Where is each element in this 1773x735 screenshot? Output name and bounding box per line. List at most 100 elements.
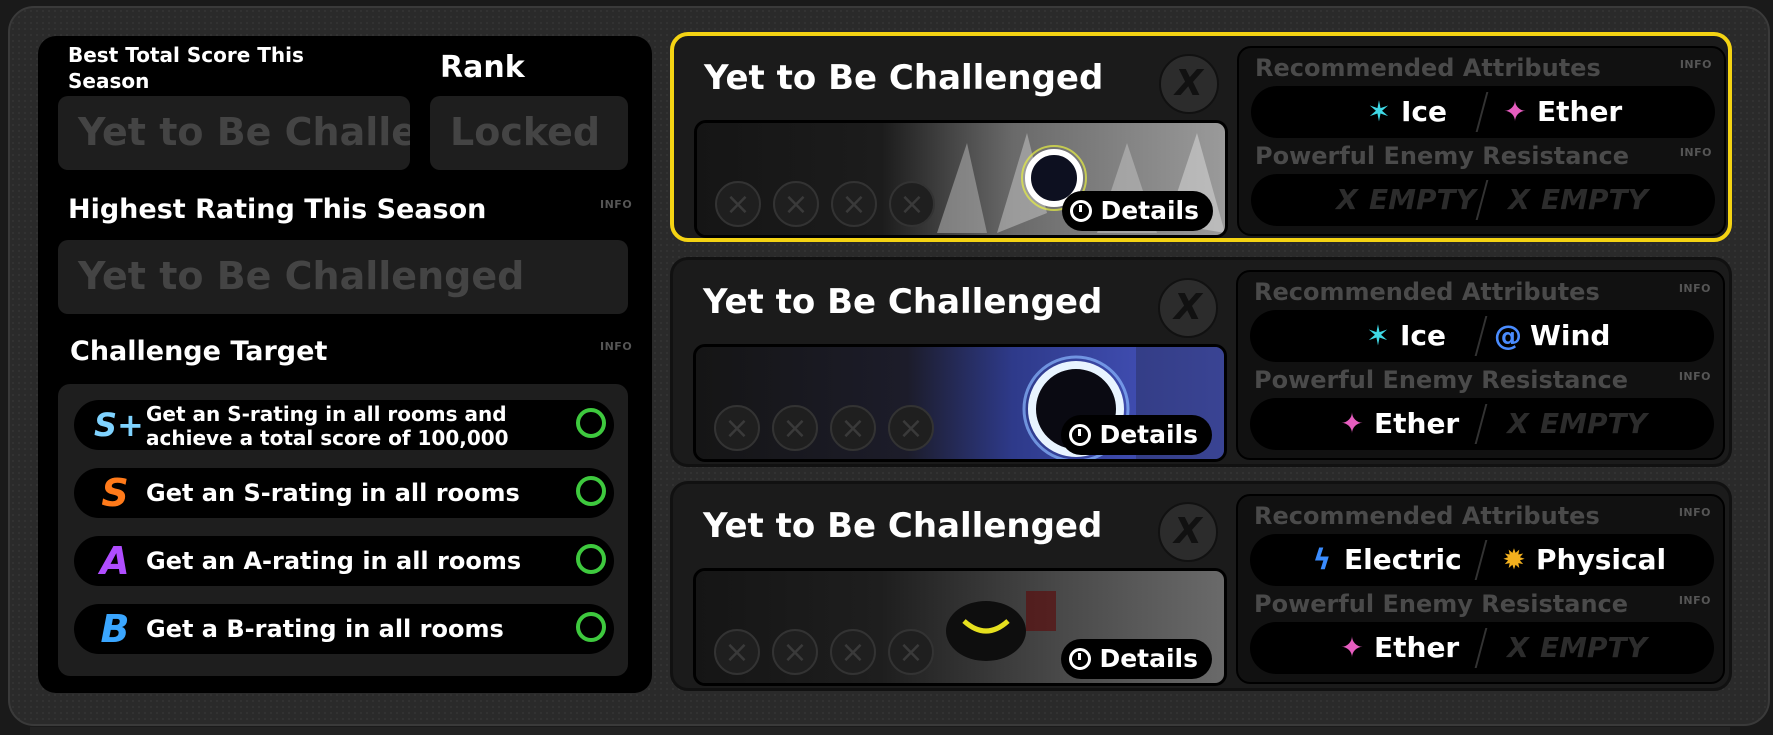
- resistance-label: Powerful Enemy Resistance: [1254, 366, 1629, 394]
- ether-resistance: ✦ Ether: [1336, 622, 1459, 674]
- enemy-banner-image: × × × × Details: [694, 120, 1228, 238]
- ether-icon: ✦: [1340, 407, 1364, 440]
- clock-icon: [1070, 200, 1093, 222]
- physical-icon: ✹: [1502, 543, 1526, 576]
- details-label: Details: [1100, 196, 1199, 225]
- empty-x-icon: X: [1508, 183, 1530, 216]
- target-text: Get an S-rating in all rooms and achieve…: [146, 402, 509, 452]
- enemy-resistances: ✦ Ether X EMPTY: [1250, 398, 1714, 450]
- attribute-name: Physical: [1536, 543, 1667, 576]
- highest-rating-info-button[interactable]: INFO: [600, 198, 632, 211]
- recommended-label: Recommended Attributes: [1255, 54, 1601, 82]
- empty-resistance: X EMPTY: [1502, 622, 1647, 674]
- empty-slot[interactable]: ×: [714, 405, 760, 451]
- attribute-name: Ice: [1401, 95, 1448, 128]
- empty-resistance: X EMPTY: [1503, 174, 1648, 226]
- challenge-room-card-3[interactable]: Yet to Be Challenged X × × × × Details R…: [670, 481, 1732, 691]
- ether-attribute: ✦ Ether: [1499, 86, 1622, 138]
- resistance-label: Powerful Enemy Resistance: [1254, 590, 1629, 618]
- ice-icon: ✶: [1366, 319, 1390, 352]
- empty-slot[interactable]: ×: [772, 405, 818, 451]
- attribute-name: Ice: [1400, 319, 1447, 352]
- empty-slot[interactable]: ×: [888, 629, 934, 675]
- challenge-room-card-1[interactable]: Yet to Be Challenged X × × × × Details R…: [670, 32, 1732, 242]
- recommended-label: Recommended Attributes: [1254, 278, 1600, 306]
- close-icon[interactable]: X: [1158, 278, 1218, 338]
- ice-attribute: ✶ Ice: [1362, 310, 1446, 362]
- ice-icon: ✶: [1367, 95, 1391, 128]
- clock-icon: [1069, 648, 1092, 670]
- resistance-name: Ether: [1374, 407, 1460, 440]
- divider: [1474, 404, 1488, 444]
- room-status-title: Yet to Be Challenged: [703, 506, 1103, 546]
- highest-rating-value: Yet to Be Challenged: [58, 240, 628, 314]
- resistance-info-button[interactable]: INFO: [1679, 594, 1711, 607]
- incomplete-circle-icon: [576, 408, 606, 438]
- target-row-s-plus: S+ Get an S-rating in all rooms and achi…: [74, 400, 614, 450]
- empty-resistance: X EMPTY: [1502, 398, 1647, 450]
- resistance-name: EMPTY: [1541, 183, 1648, 216]
- details-button[interactable]: Details: [1061, 415, 1212, 455]
- incomplete-circle-icon: [576, 476, 606, 506]
- s-plus-rank-icon: S+: [94, 406, 144, 444]
- empty-slot[interactable]: ×: [715, 181, 761, 227]
- empty-resistance: X EMPTY: [1331, 174, 1476, 226]
- incomplete-circle-icon: [576, 612, 606, 642]
- resistance-name: EMPTY: [1369, 183, 1476, 216]
- recommended-info-button[interactable]: INFO: [1680, 58, 1712, 71]
- empty-slot[interactable]: ×: [773, 181, 819, 227]
- electric-icon: ϟ: [1312, 543, 1332, 576]
- physical-attribute: ✹ Physical: [1498, 534, 1666, 586]
- target-row-a: A Get an A-rating in all rooms: [74, 536, 614, 586]
- empty-slot[interactable]: ×: [830, 405, 876, 451]
- resistance-info-button[interactable]: INFO: [1679, 370, 1711, 383]
- close-icon[interactable]: X: [1159, 54, 1219, 114]
- resistance-name: EMPTY: [1540, 407, 1647, 440]
- empty-slot[interactable]: ×: [888, 405, 934, 451]
- close-icon[interactable]: X: [1158, 502, 1218, 562]
- resistance-label: Powerful Enemy Resistance: [1255, 142, 1630, 170]
- empty-slot[interactable]: ×: [831, 181, 877, 227]
- recommended-info-button[interactable]: INFO: [1679, 282, 1711, 295]
- divider: [1475, 92, 1489, 132]
- resistance-info-button[interactable]: INFO: [1680, 146, 1712, 159]
- challenge-target-info-button[interactable]: INFO: [600, 340, 632, 353]
- recommended-attributes: ✶ Ice @ Wind: [1250, 310, 1714, 362]
- attribute-name: Electric: [1344, 543, 1462, 576]
- ether-icon: ✦: [1503, 95, 1527, 128]
- divider: [1474, 316, 1488, 356]
- recommended-label: Recommended Attributes: [1254, 502, 1600, 530]
- empty-slot[interactable]: ×: [889, 181, 935, 227]
- details-label: Details: [1099, 420, 1198, 449]
- best-score-label: Best Total Score This Season: [68, 43, 304, 93]
- challenge-target-list: S+ Get an S-rating in all rooms and achi…: [58, 384, 628, 676]
- details-button[interactable]: Details: [1062, 191, 1213, 231]
- empty-x-icon: X: [1507, 631, 1529, 664]
- challenge-room-card-2[interactable]: Yet to Be Challenged X × × × × Details R…: [670, 257, 1732, 467]
- target-text: Get a B-rating in all rooms: [146, 615, 504, 643]
- target-text: Get an A-rating in all rooms: [146, 547, 522, 575]
- attributes-panel: Recommended Attributes INFO ✶ Ice @ Wind P…: [1236, 270, 1725, 460]
- s-rank-icon: S: [101, 471, 129, 515]
- ether-icon: ✦: [1340, 631, 1364, 664]
- recommended-attributes: ϟ Electric ✹ Physical: [1250, 534, 1714, 586]
- target-text-line-1: Get an S-rating in all rooms and: [146, 402, 507, 426]
- season-summary-panel: Best Total Score This Season Rank Yet to…: [38, 36, 652, 693]
- target-text-line-2: achieve a total score of 100,000: [146, 426, 509, 450]
- divider: [1475, 180, 1489, 220]
- empty-slot[interactable]: ×: [772, 629, 818, 675]
- enemy-banner-image: × × × × Details: [693, 568, 1227, 686]
- attributes-panel: Recommended Attributes INFO ✶ Ice ✦ Ether …: [1237, 46, 1726, 236]
- challenge-target-label: Challenge Target: [70, 336, 328, 367]
- highest-rating-label: Highest Rating This Season: [68, 194, 487, 225]
- empty-slot[interactable]: ×: [714, 629, 760, 675]
- empty-slot[interactable]: ×: [830, 629, 876, 675]
- wind-attribute: @ Wind: [1492, 310, 1610, 362]
- wind-icon: @: [1494, 319, 1522, 352]
- details-button[interactable]: Details: [1061, 639, 1212, 679]
- recommended-info-button[interactable]: INFO: [1679, 506, 1711, 519]
- enemy-banner-image: × × × × Details: [693, 344, 1227, 462]
- attributes-panel: Recommended Attributes INFO ϟ Electric ✹ P…: [1236, 494, 1725, 684]
- target-row-b: B Get a B-rating in all rooms: [74, 604, 614, 654]
- attribute-name: Ether: [1537, 95, 1623, 128]
